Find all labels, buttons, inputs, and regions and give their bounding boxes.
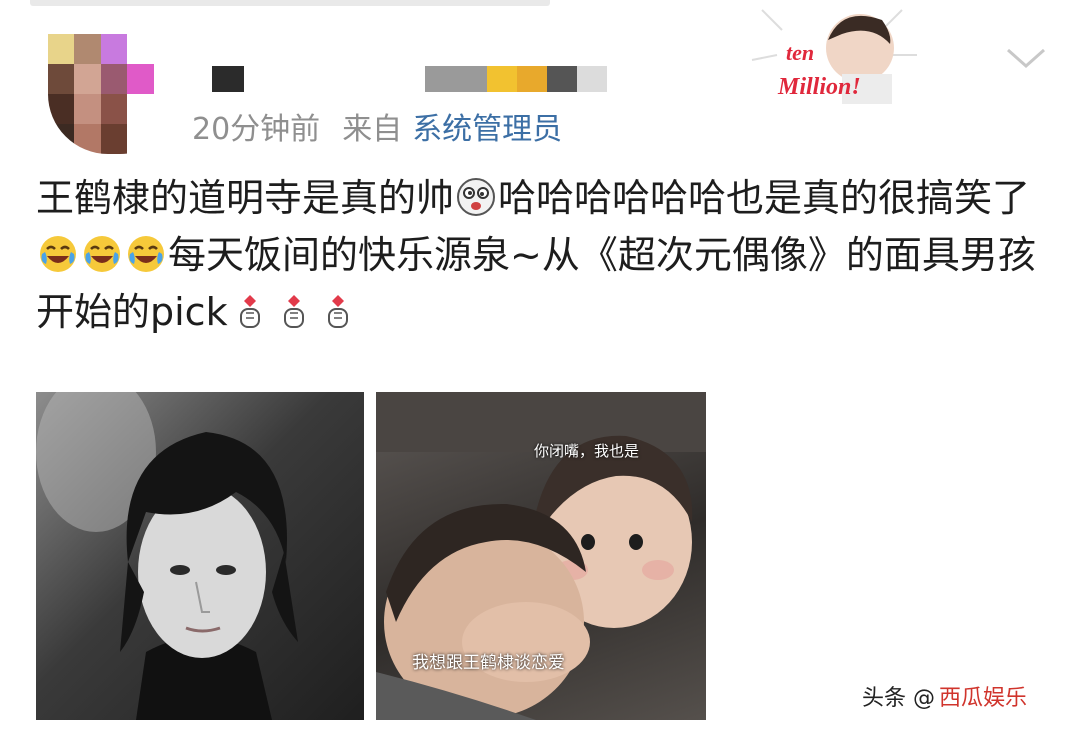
finger-heart-icon: [327, 295, 348, 328]
post-text-part3: 每天饭间的快乐源泉~从《超次元偶像》的面具男孩开始的pick: [36, 233, 1036, 334]
watermark: 头条 @ 西瓜娱乐: [862, 680, 1027, 712]
username-blurred-5: [547, 66, 577, 92]
post-text-part1: 王鹤棣的道明寺是真的帅: [36, 176, 455, 220]
meme-caption-top: 你闭嘴，我也是: [534, 442, 640, 460]
avatar[interactable]: [48, 34, 180, 154]
meme-caption-bottom: 我想跟王鹤棣谈恋爱: [412, 653, 565, 673]
member-badge: ten Million!: [751, 9, 917, 104]
username-blurred-6: [577, 66, 607, 92]
post-meta: 20分钟前 来自 系统管理员: [192, 104, 584, 148]
post-image-2[interactable]: 你闭嘴，我也是 我想跟王鹤棣谈恋爱: [376, 392, 706, 720]
post-text-part2: 哈哈哈哈哈哈也是真的很搞笑了: [498, 176, 1031, 220]
laughing-tears-icon: [40, 236, 76, 272]
portrait-illustration: [36, 392, 298, 720]
badge-text-2: Million!: [777, 74, 861, 100]
top-divider: [30, 0, 550, 6]
watermark-prefix: 头条 @: [862, 686, 935, 711]
laughing-tears-icon: [84, 236, 120, 272]
source-link[interactable]: 系统管理员: [412, 112, 562, 147]
watermark-brand: 西瓜娱乐: [939, 686, 1028, 711]
source-prefix: 来自: [342, 112, 403, 147]
post-text: 王鹤棣的道明寺是真的帅 哈哈哈哈哈哈也是真的很搞笑了 每天饭间的快乐源泉~从《超…: [36, 170, 1056, 341]
username-blurred-4: [517, 66, 547, 92]
chevron-down-icon[interactable]: [1004, 42, 1048, 72]
username-blurred-2: [425, 66, 487, 92]
badge-text-1: ten: [786, 40, 814, 65]
username-blurred-3: [487, 66, 517, 92]
finger-heart-icon: [239, 295, 260, 328]
laughing-tears-icon: [128, 236, 164, 272]
dizzy-face-icon: [457, 178, 496, 216]
post-time: 20分钟前: [192, 112, 321, 147]
post-image-1[interactable]: [36, 392, 364, 720]
finger-heart-icon: [283, 295, 304, 328]
username-blurred[interactable]: [212, 66, 244, 92]
